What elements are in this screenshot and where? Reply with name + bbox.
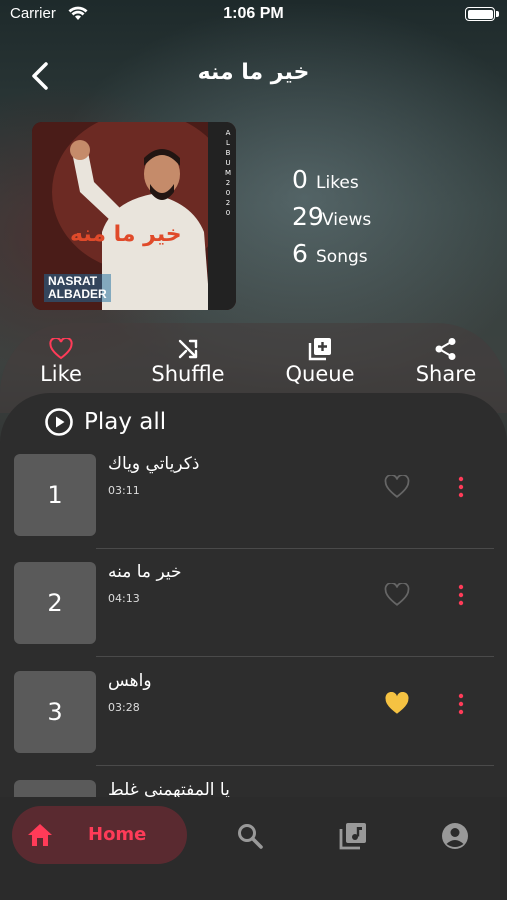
- song-row[interactable]: 1 ذكرياتي وياك 03:11: [0, 454, 507, 562]
- heart-filled-icon[interactable]: [384, 692, 410, 716]
- song-thumbnail: 2: [14, 562, 96, 644]
- stat-value: 29: [292, 202, 324, 231]
- row-divider: [96, 548, 494, 549]
- song-row[interactable]: 3 واهس 03:28: [0, 671, 507, 779]
- more-options-icon[interactable]: [454, 583, 468, 607]
- share-icon: [435, 338, 456, 360]
- tab-home-label: Home: [88, 824, 147, 845]
- more-options-icon[interactable]: [454, 475, 468, 499]
- home-icon: [28, 824, 52, 846]
- stat-value: 0: [292, 165, 308, 194]
- heart-outline-icon[interactable]: [384, 583, 410, 607]
- like-button[interactable]: Like: [11, 336, 111, 386]
- song-duration: 04:13: [108, 592, 140, 605]
- queue-label: Queue: [285, 362, 355, 386]
- song-duration: 03:28: [108, 701, 140, 714]
- shuffle-label: Shuffle: [151, 362, 225, 386]
- stat-songs: 6 Songs: [292, 239, 371, 276]
- row-divider: [96, 656, 494, 657]
- status-time: 1:06 PM: [223, 5, 284, 22]
- stat-label: Views: [322, 210, 372, 230]
- heart-outline-icon[interactable]: [384, 475, 410, 499]
- song-title: خير ما منه: [108, 562, 182, 582]
- cover-vertical-text: ALBUM2020: [224, 129, 232, 217]
- stat-label: Songs: [316, 247, 368, 267]
- shuffle-button[interactable]: Shuffle: [138, 336, 238, 386]
- tab-home[interactable]: Home: [12, 806, 187, 864]
- stat-likes: 0 Likes: [292, 165, 371, 202]
- share-button[interactable]: Share: [396, 336, 496, 386]
- play-all-label: Play all: [84, 409, 167, 435]
- song-thumbnail: 1: [14, 454, 96, 536]
- battery-icon: [465, 7, 499, 21]
- play-circle-icon: [45, 408, 73, 436]
- album-stats: 0 Likes 29 Views 6 Songs: [292, 165, 371, 276]
- status-bar: Carrier 1:06 PM: [0, 0, 507, 30]
- profile-icon[interactable]: [441, 822, 469, 850]
- cover-title-text: خير ما منه: [70, 222, 182, 247]
- song-title: ذكرياتي وياك: [108, 454, 200, 474]
- queue-button[interactable]: Queue: [270, 336, 370, 386]
- music-library-icon[interactable]: [339, 822, 367, 850]
- stat-views: 29 Views: [292, 202, 371, 239]
- stat-label: Likes: [316, 173, 359, 193]
- search-icon[interactable]: [236, 822, 264, 850]
- heart-outline-icon: [49, 338, 73, 360]
- song-row[interactable]: 2 خير ما منه 04:13: [0, 562, 507, 670]
- cover-artist-text: NASRAT ALBADER: [44, 274, 111, 302]
- play-all-button[interactable]: Play all: [44, 407, 166, 437]
- row-divider: [96, 765, 494, 766]
- stat-value: 6: [292, 239, 308, 268]
- page-title: خير ما منه: [197, 60, 310, 85]
- shuffle-icon: [178, 339, 198, 359]
- song-thumbnail: 3: [14, 671, 96, 753]
- song-title: واهس: [108, 671, 152, 691]
- album-cover: خير ما منه NASRAT ALBADER ALBUM2020: [32, 122, 236, 310]
- more-options-icon[interactable]: [454, 692, 468, 716]
- queue-add-icon: [308, 338, 331, 361]
- share-label: Share: [415, 362, 477, 386]
- like-label: Like: [40, 362, 82, 386]
- song-duration: 03:11: [108, 484, 140, 497]
